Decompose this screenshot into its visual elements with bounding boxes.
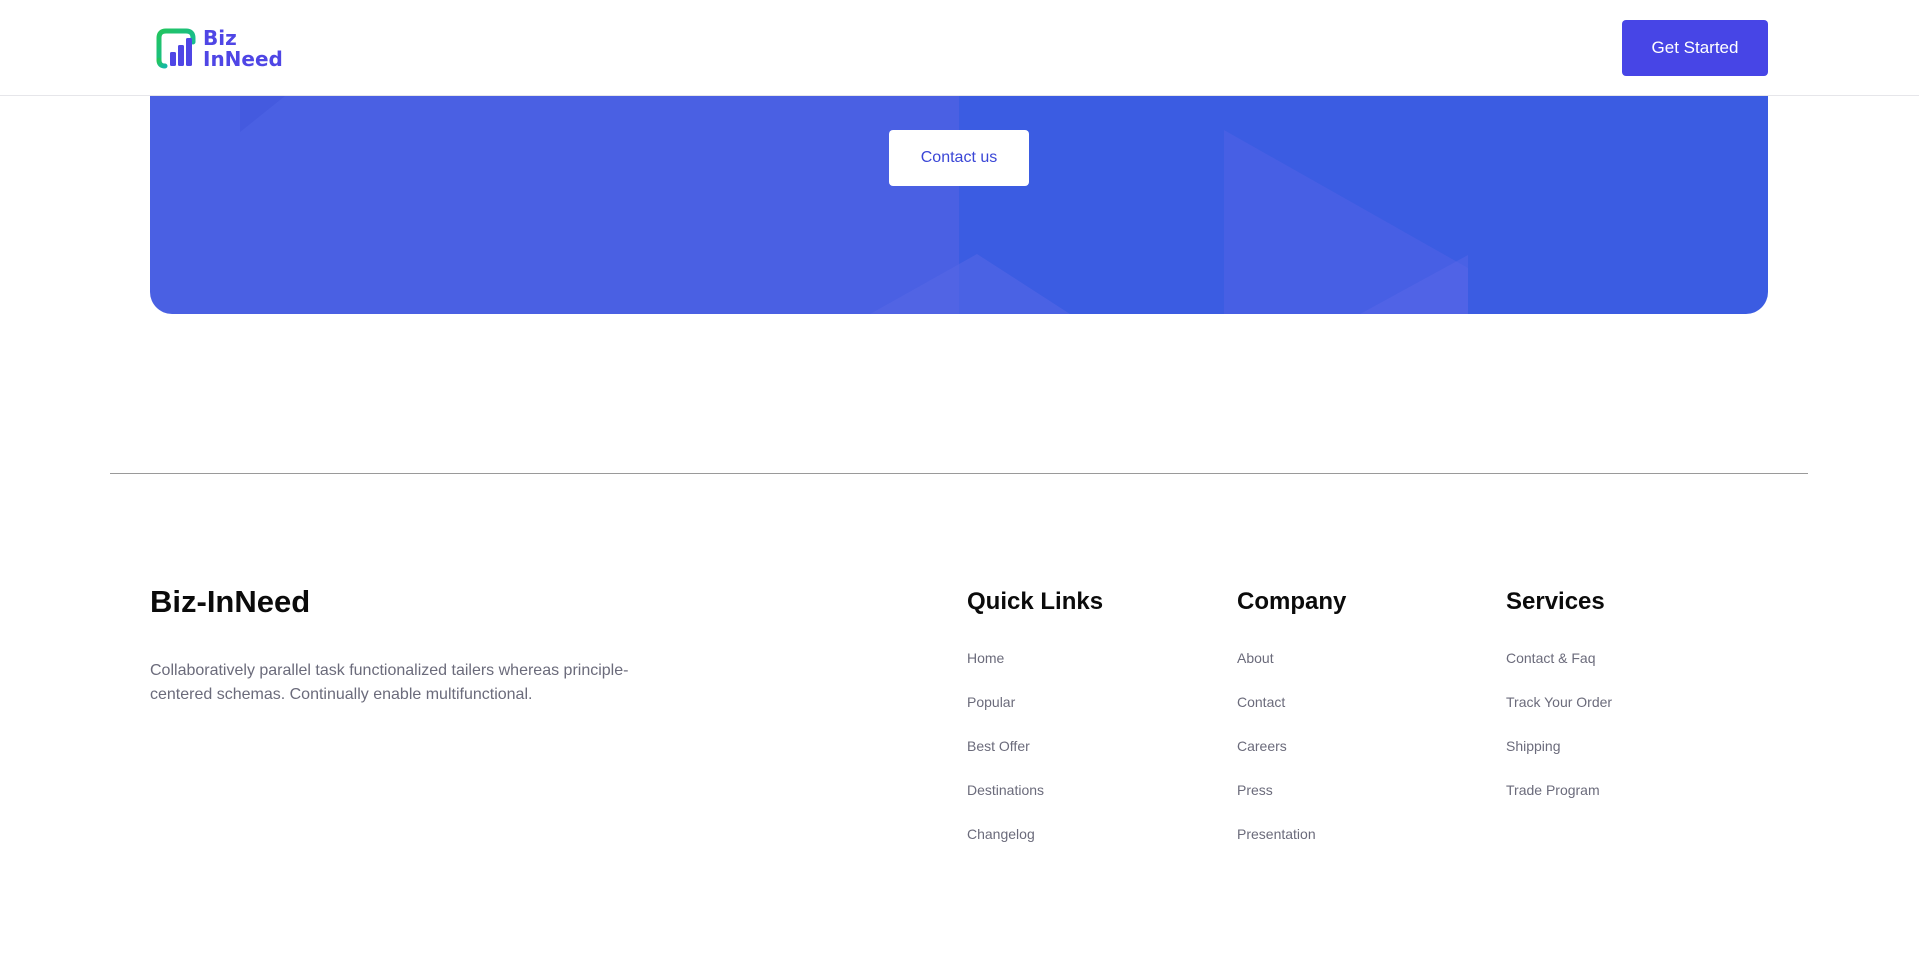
footer-link-changelog[interactable]: Changelog	[967, 826, 1035, 842]
footer-column-services: Services Contact & Faq Track Your Order …	[1506, 588, 1612, 826]
footer-link-best-offer[interactable]: Best Offer	[967, 738, 1030, 754]
logo-text-line2: InNeed	[203, 47, 283, 71]
footer-column-title: Company	[1237, 588, 1347, 615]
footer-link-about[interactable]: About	[1237, 650, 1274, 666]
footer-link-shipping[interactable]: Shipping	[1506, 738, 1561, 754]
logo-chart-icon	[156, 28, 196, 69]
footer-link-contact[interactable]: Contact	[1237, 694, 1285, 710]
logo[interactable]: Biz InNeed	[155, 28, 283, 70]
get-started-button[interactable]: Get Started	[1622, 20, 1768, 76]
footer-link-presentation[interactable]: Presentation	[1237, 826, 1316, 842]
contact-us-button[interactable]: Contact us	[889, 130, 1029, 186]
footer-link-trade-program[interactable]: Trade Program	[1506, 782, 1600, 798]
logo-text-line1: Biz	[203, 26, 237, 50]
footer-link-contact-faq[interactable]: Contact & Faq	[1506, 650, 1596, 666]
logo-text: Biz InNeed	[203, 28, 283, 70]
footer-link-track-order[interactable]: Track Your Order	[1506, 694, 1612, 710]
footer-column-title: Quick Links	[967, 588, 1104, 615]
footer-column-quick-links: Quick Links Home Popular Best Offer Dest…	[967, 588, 1103, 870]
footer-link-destinations[interactable]: Destinations	[967, 782, 1044, 798]
footer-link-popular[interactable]: Popular	[967, 694, 1015, 710]
site-header: Biz InNeed Get Started	[0, 0, 1919, 96]
footer-column-company: Company About Contact Careers Press Pres…	[1237, 588, 1346, 870]
footer-link-home[interactable]: Home	[967, 650, 1004, 666]
footer-column-title: Services	[1506, 588, 1605, 615]
footer-brand-title: Biz-InNeed	[150, 584, 311, 619]
footer-divider	[110, 473, 1808, 474]
footer-brand-description: Collaboratively parallel task functional…	[150, 662, 629, 703]
footer-link-careers[interactable]: Careers	[1237, 738, 1287, 754]
footer-link-press[interactable]: Press	[1237, 782, 1273, 798]
